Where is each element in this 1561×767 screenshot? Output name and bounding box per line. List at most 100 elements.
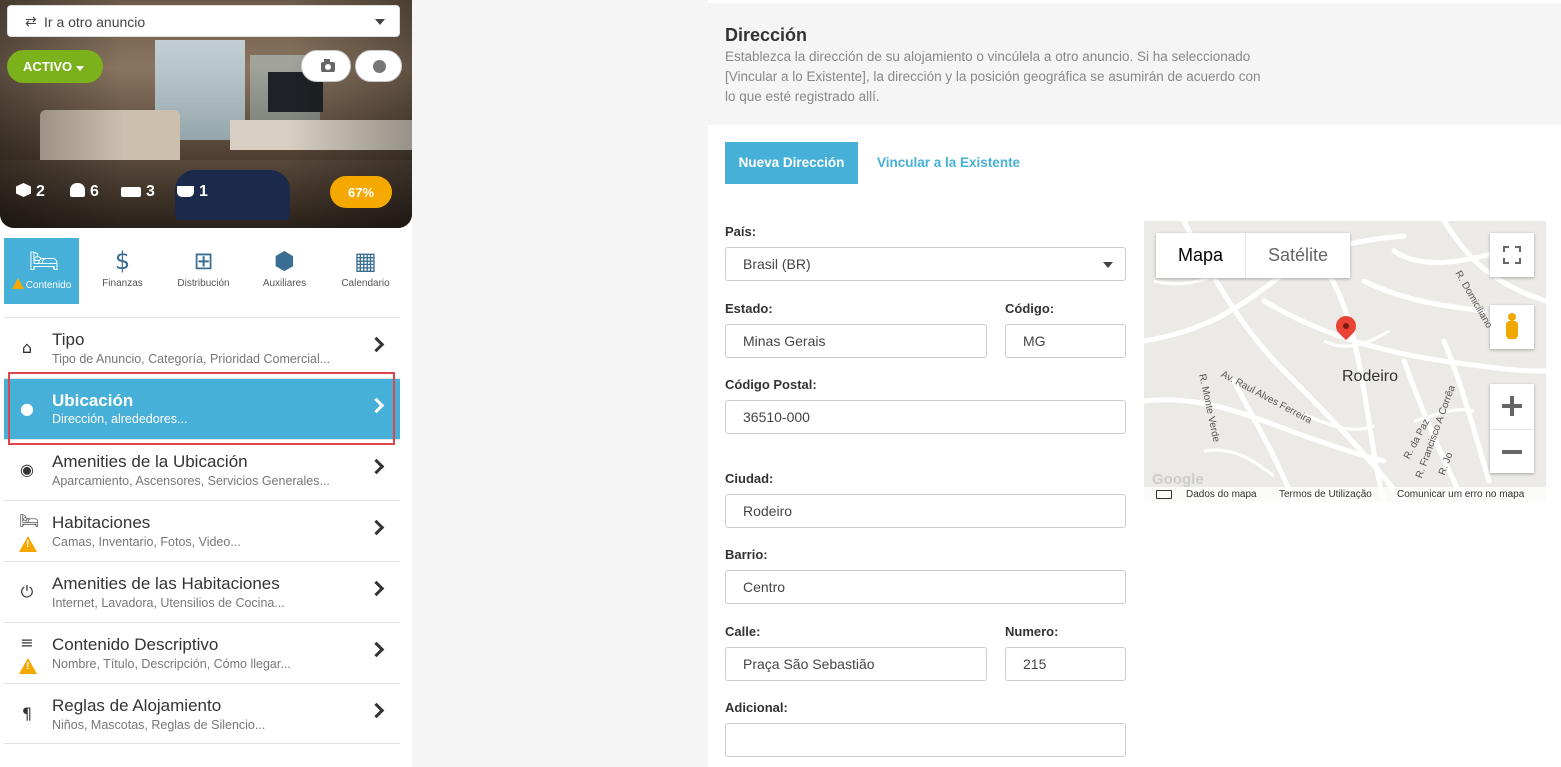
menu-item-amenities-ubicacion[interactable]: ◉ Amenities de la Ubicación Aparcamiento…: [4, 439, 400, 500]
postal-input[interactable]: 36510-000: [725, 400, 1126, 434]
chevron-right-icon: [368, 336, 385, 353]
country-value: Brasil (BR): [743, 256, 811, 272]
state-label: Estado:: [725, 301, 773, 316]
calendar-icon: ▦: [354, 247, 377, 275]
district-input[interactable]: Centro: [725, 570, 1126, 604]
tab-calendario[interactable]: ▦ Calendario: [328, 238, 403, 304]
country-label: País:: [725, 224, 757, 239]
caret-down-icon: [375, 19, 385, 25]
swap-icon: ⇄: [25, 13, 37, 29]
chevron-right-icon: [368, 519, 385, 536]
map-data-link[interactable]: Dados do mapa: [1186, 489, 1257, 500]
stat-guests-value: 6: [90, 183, 99, 200]
warning-icon: [19, 536, 37, 552]
section-title: Dirección: [725, 25, 808, 45]
tab-auxiliares[interactable]: ⬢ Auxiliares: [247, 238, 322, 304]
stat-guests: 6: [70, 183, 99, 201]
map-footer: Dados do mapa Termos de Utilização Comun…: [1144, 487, 1546, 502]
caret-down-icon: [1103, 262, 1113, 268]
warning-icon: [19, 658, 37, 674]
status-dropdown[interactable]: ACTIVO: [7, 50, 103, 83]
number-input[interactable]: 215: [1005, 647, 1126, 681]
minus-icon: [1502, 450, 1522, 454]
dot-circle-icon: ◉: [20, 460, 34, 479]
menu-item-subtitle: Tipo de Anuncio, Categoría, Prioridad Co…: [52, 352, 331, 366]
photos-button[interactable]: [301, 50, 351, 82]
stat-beds: 3: [121, 183, 155, 201]
keyboard-icon[interactable]: [1156, 490, 1172, 499]
map-type-map[interactable]: Mapa: [1156, 233, 1245, 278]
menu-item-title: Contenido Descriptivo: [52, 635, 219, 654]
menu-item-title: Reglas de Alojamiento: [52, 696, 222, 715]
plug-icon: ⏻: [20, 582, 34, 601]
tab-contenido[interactable]: 🛏 Contenido: [4, 238, 79, 304]
menu-item-tipo[interactable]: ⌂ Tipo Tipo de Anuncio, Categoría, Prior…: [4, 317, 400, 378]
stat-rooms: 2: [16, 183, 45, 201]
map-report-link[interactable]: Comunicar um erro no mapa: [1397, 489, 1524, 500]
status-label: ACTIVO: [23, 59, 73, 74]
street-input[interactable]: Praça São Sebastião: [725, 647, 987, 681]
cube-icon: [16, 183, 31, 197]
menu-item-subtitle: Nombre, Título, Descripción, Cómo llegar…: [52, 657, 291, 671]
user-icon: [70, 183, 85, 197]
warning-icon: [11, 278, 24, 289]
tab-distribucion[interactable]: ⊞ Distribución: [166, 238, 241, 304]
tab-label: Calendario: [341, 278, 390, 289]
map-place-label: Rodeiro: [1342, 368, 1399, 385]
pegman-icon: [1505, 313, 1519, 341]
paragraph-icon: ¶: [21, 704, 33, 723]
tab-label: Auxiliares: [262, 278, 307, 289]
menu-item-title: Tipo: [52, 330, 85, 349]
bed-icon: 🛏: [28, 247, 59, 275]
globe-button[interactable]: [355, 50, 402, 82]
caret-down-icon: [76, 66, 84, 71]
tab-link-existing[interactable]: Vincular a la Existente: [877, 155, 1020, 170]
menu-item-reglas[interactable]: ¶ Reglas de Alojamiento Niños, Mascotas,…: [4, 683, 400, 744]
postal-label: Código Postal:: [725, 377, 817, 392]
menu-item-title: Amenities de la Ubicación: [52, 452, 248, 471]
map-pin-icon: [1336, 316, 1356, 346]
street-view-button[interactable]: [1490, 305, 1534, 349]
state-input[interactable]: Minas Gerais: [725, 324, 987, 358]
fullscreen-button[interactable]: [1490, 233, 1534, 277]
menu-item-title: Amenities de las Habitaciones: [52, 574, 280, 593]
cubes-icon: ⬢: [274, 247, 295, 275]
number-label: Numero:: [1005, 624, 1059, 639]
extra-label: Adicional:: [725, 700, 788, 715]
district-label: Barrio:: [725, 547, 768, 562]
address-header: Dirección Establezca la dirección de su …: [708, 3, 1561, 125]
selection-highlight: [8, 372, 395, 445]
location-map[interactable]: Mapa Satélite Rodeiro R. Domiciliano Av.…: [1144, 221, 1546, 502]
tab-label: Finanzas: [102, 278, 143, 289]
globe-icon: [373, 60, 386, 73]
menu-item-title: Habitaciones: [52, 513, 151, 532]
country-select[interactable]: Brasil (BR): [725, 247, 1126, 281]
extra-input[interactable]: [725, 723, 1126, 757]
section-description: Establezca la dirección de su alojamient…: [725, 49, 1261, 104]
menu-item-contenido-descriptivo[interactable]: ≡ Contenido Descriptivo Nombre, Título, …: [4, 622, 400, 683]
goto-listing-select[interactable]: ⇄ Ir a otro anuncio: [7, 5, 400, 37]
menu-item-amenities-habitaciones[interactable]: ⏻ Amenities de las Habitaciones Internet…: [4, 561, 400, 622]
zoom-control: [1490, 384, 1534, 473]
tab-new-address[interactable]: Nueva Dirección: [725, 142, 858, 184]
map-terms-link[interactable]: Termos de Utilização: [1279, 489, 1372, 500]
menu-item-habitaciones[interactable]: 🛏 Habitaciones Camas, Inventario, Fotos,…: [4, 500, 400, 561]
fullscreen-icon: [1502, 245, 1522, 265]
map-type-satellite[interactable]: Satélite: [1245, 233, 1350, 278]
menu-item-subtitle: Camas, Inventario, Fotos, Video...: [52, 535, 241, 549]
sitemap-icon: ⊞: [193, 247, 214, 275]
menu-item-subtitle: Internet, Lavadora, Utensilios de Cocina…: [52, 596, 285, 610]
code-label: Código:: [1005, 301, 1055, 316]
city-input[interactable]: Rodeiro: [725, 494, 1126, 528]
chevron-right-icon: [368, 458, 385, 475]
code-input[interactable]: MG: [1005, 324, 1126, 358]
zoom-out-button[interactable]: [1490, 429, 1534, 473]
align-left-icon: ≡: [20, 633, 34, 652]
stat-baths-value: 1: [199, 183, 208, 200]
zoom-in-button[interactable]: [1490, 384, 1534, 428]
stat-baths: 1: [177, 183, 208, 201]
street-label: Calle:: [725, 624, 761, 639]
bath-icon: [177, 186, 194, 197]
bed-icon: 🛏: [19, 511, 40, 530]
tab-finanzas[interactable]: $ Finanzas: [85, 238, 160, 304]
